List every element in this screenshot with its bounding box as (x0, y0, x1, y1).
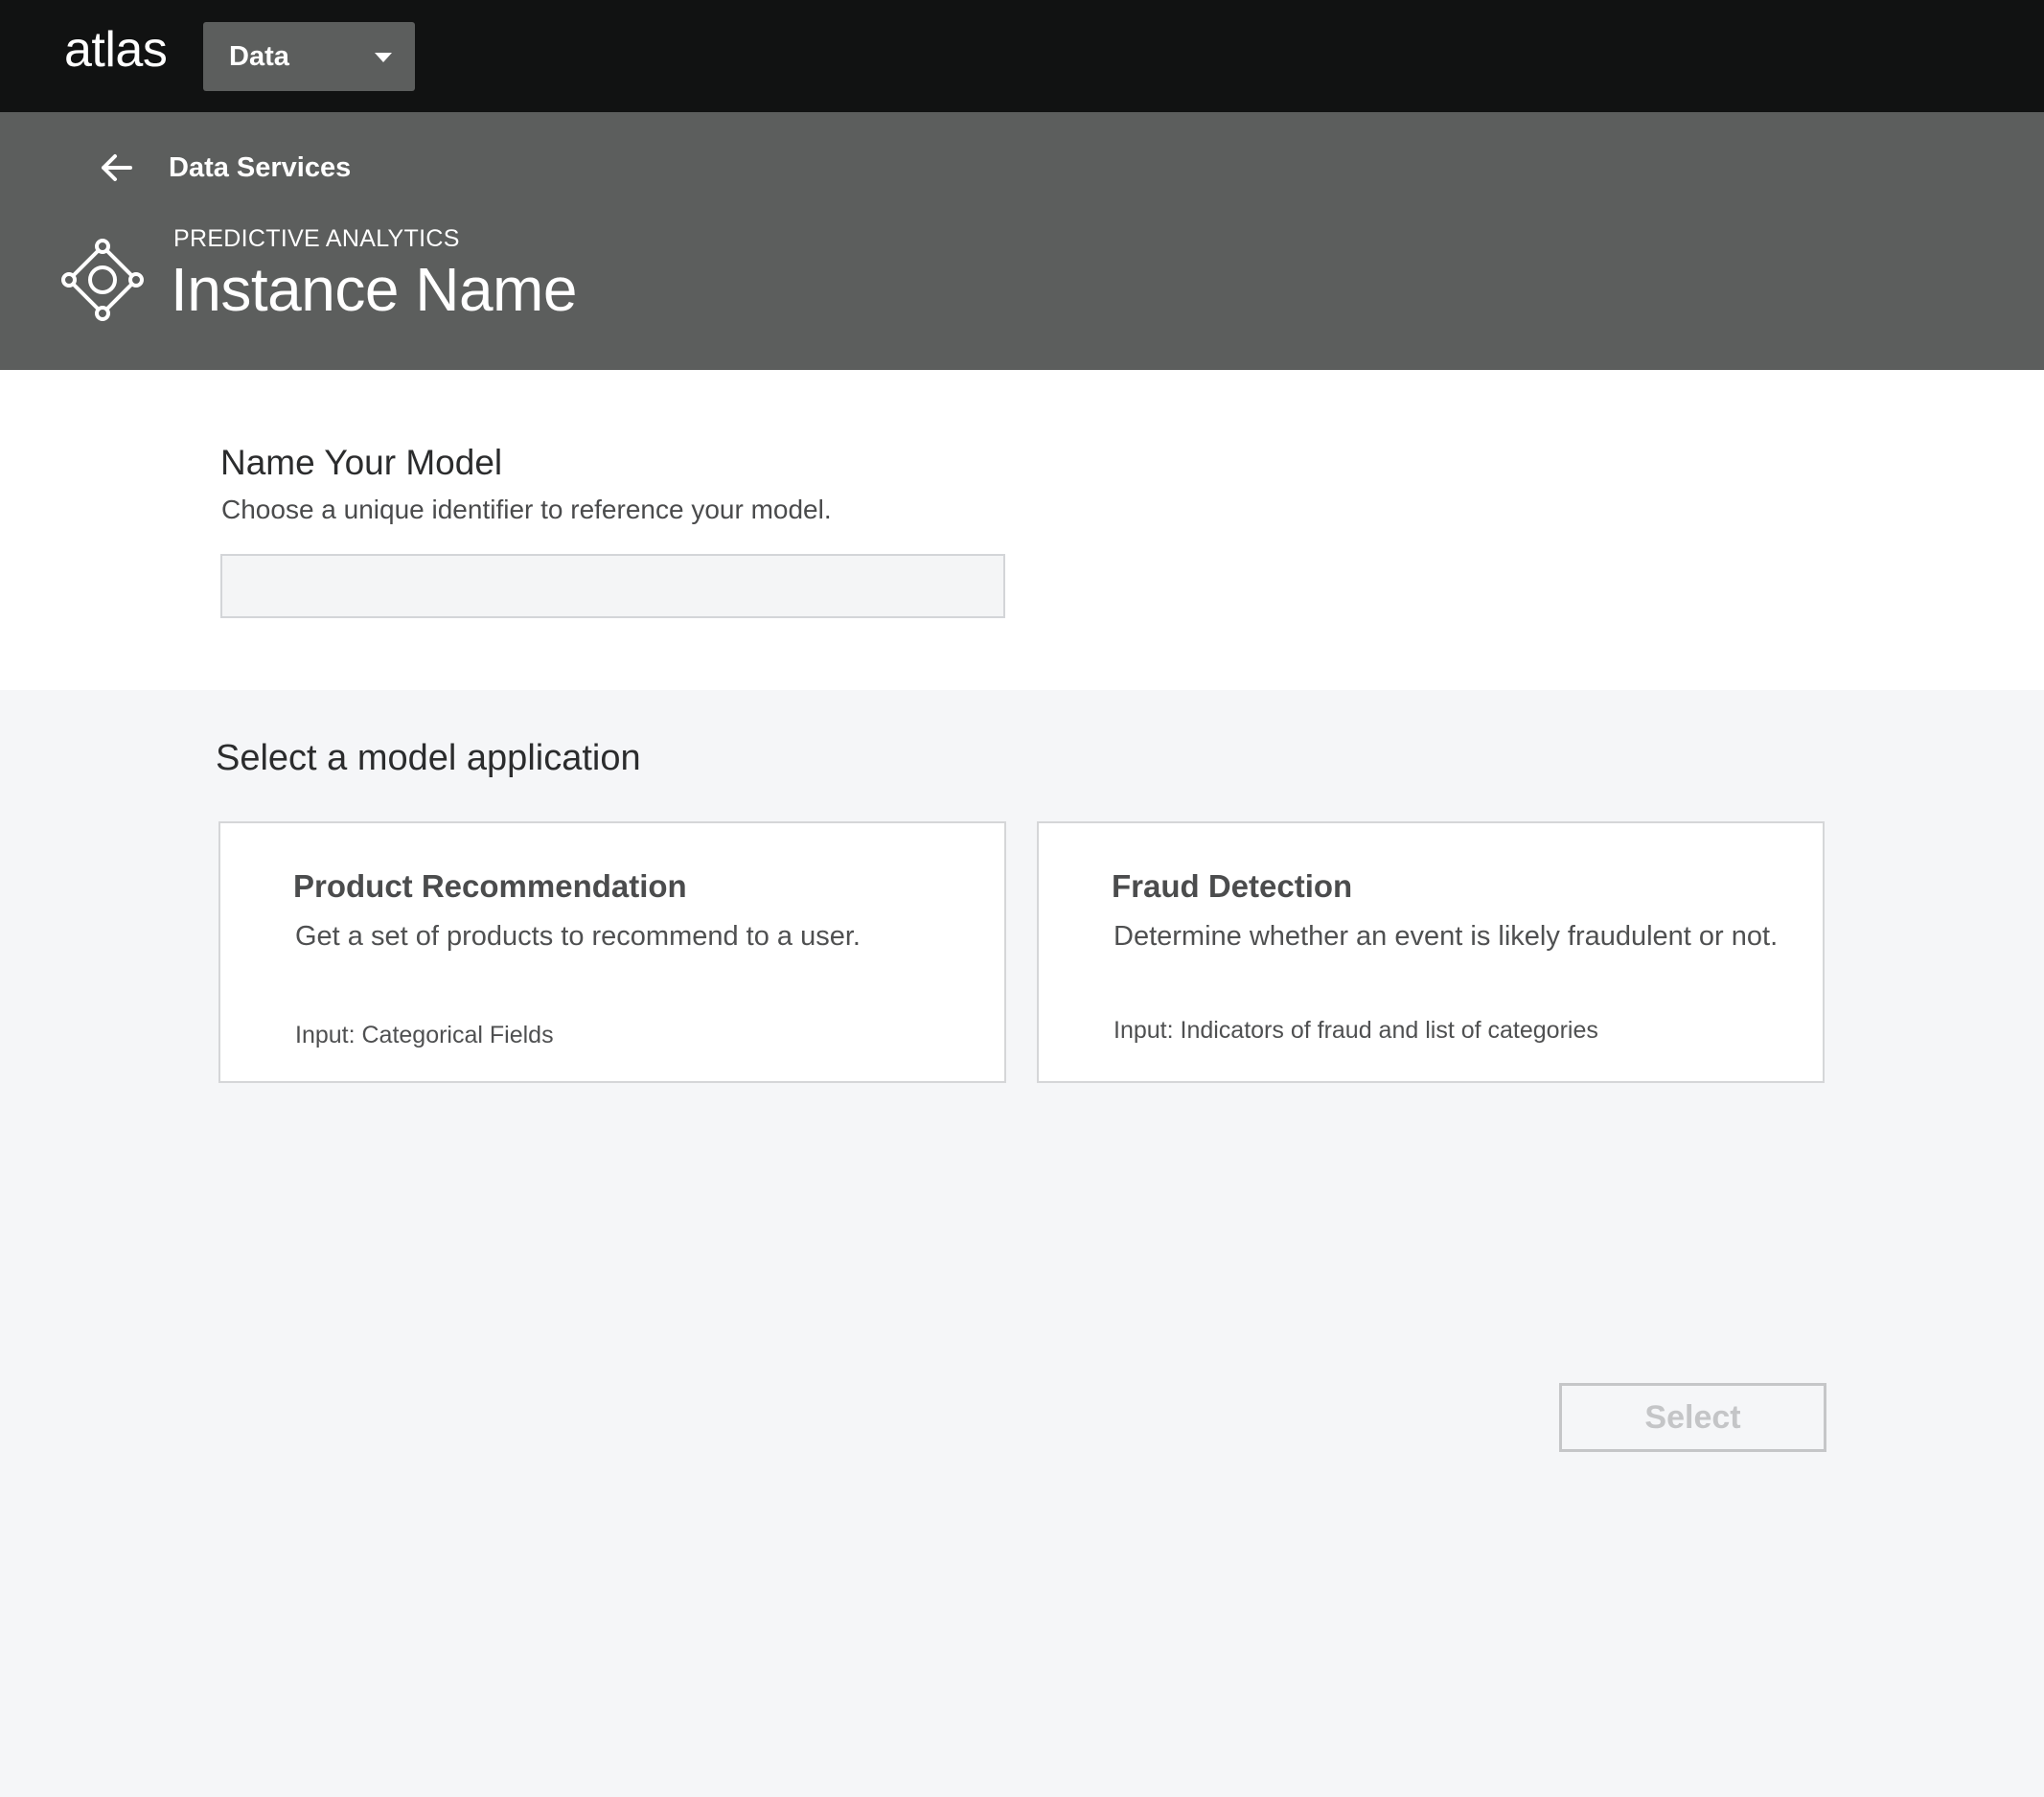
card-title: Product Recommendation (293, 868, 687, 904)
app-card-fraud-detection[interactable]: Fraud Detection Determine whether an eve… (1037, 821, 1825, 1083)
page-header: Data Services PREDICTIVE ANALYTICS Insta… (0, 112, 2044, 370)
select-button[interactable]: Select (1559, 1383, 1826, 1452)
chevron-down-icon (375, 53, 392, 62)
context-dropdown-value: Data (229, 41, 289, 72)
card-title: Fraud Detection (1112, 868, 1353, 904)
card-description: Get a set of products to recommend to a … (295, 921, 861, 952)
atlas-logo[interactable]: atlas (64, 21, 168, 79)
model-name-input[interactable] (220, 554, 1005, 618)
card-input-info: Input: Indicators of fraud and list of c… (1114, 1017, 1598, 1044)
top-nav-bar: atlas Data (0, 0, 2044, 112)
context-dropdown[interactable]: Data (203, 22, 415, 91)
predictive-analytics-icon (61, 239, 144, 321)
arrow-left-icon (102, 154, 132, 181)
back-link-label: Data Services (169, 151, 352, 183)
name-model-section: Name Your Model Choose a unique identifi… (0, 370, 2044, 690)
app-card-product-recommendation[interactable]: Product Recommendation Get a set of prod… (218, 821, 1006, 1083)
model-application-heading: Select a model application (216, 738, 641, 778)
back-link[interactable]: Data Services (100, 147, 351, 189)
card-input-info: Input: Categorical Fields (295, 1022, 554, 1048)
name-model-help-text: Choose a unique identifier to reference … (221, 495, 832, 524)
name-model-heading: Name Your Model (220, 443, 503, 482)
card-description: Determine whether an event is likely fra… (1114, 921, 1779, 952)
service-type-label: PREDICTIVE ANALYTICS (173, 225, 460, 252)
page-title: Instance Name (171, 255, 577, 324)
